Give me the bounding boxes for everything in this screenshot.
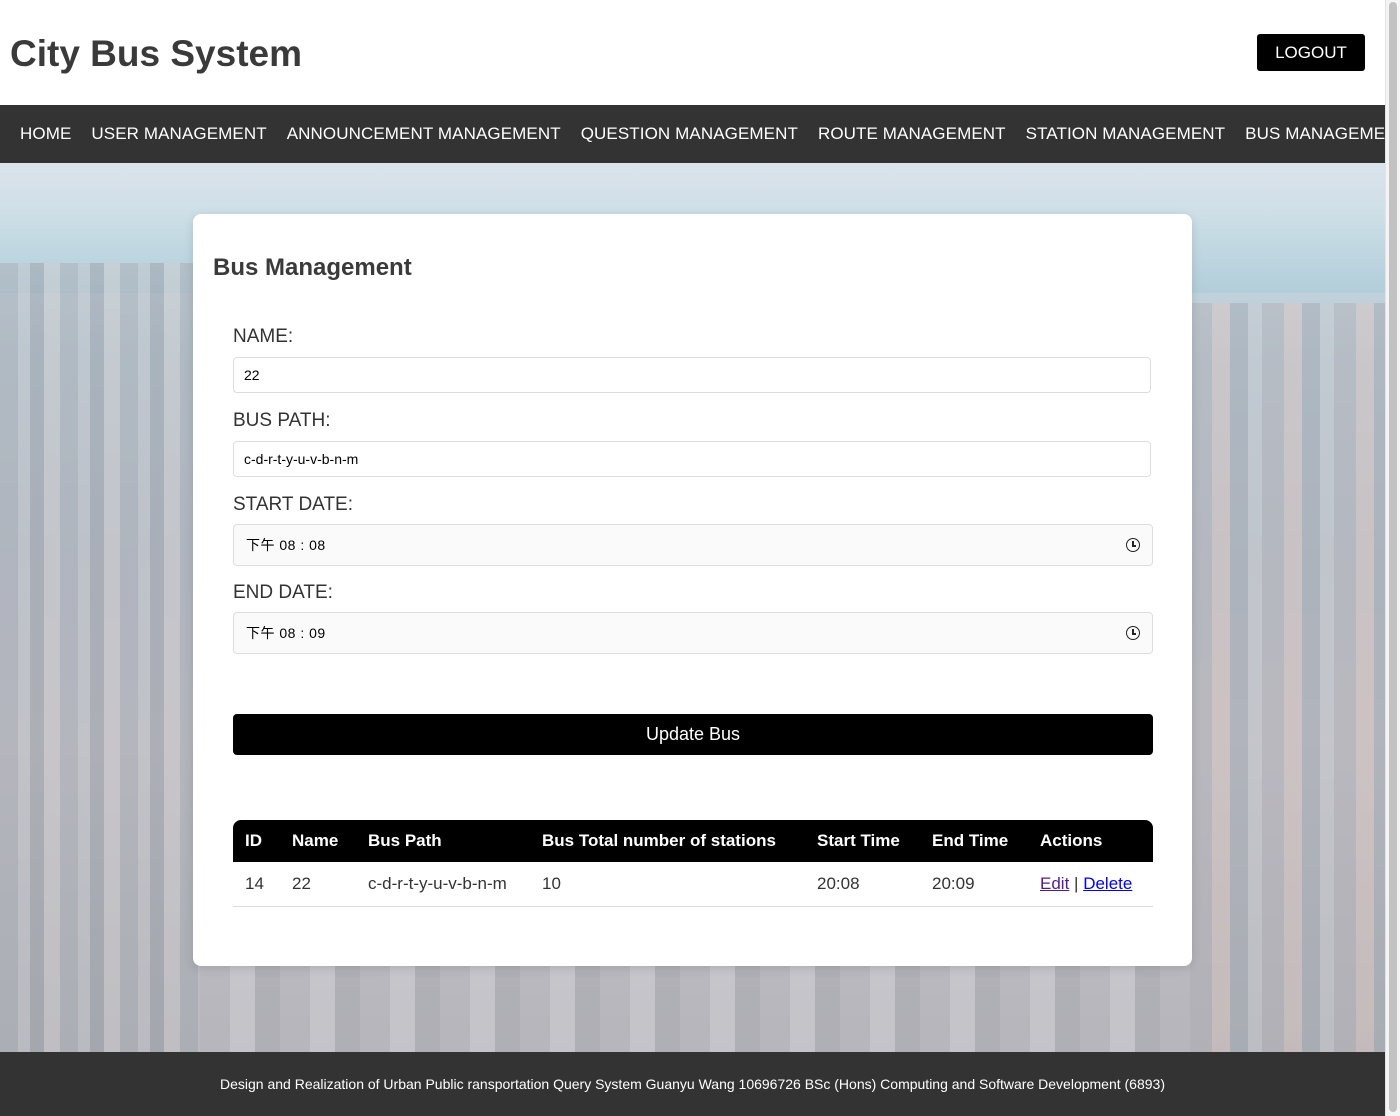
site-header: City Bus System LOGOUT (0, 0, 1385, 105)
cell-start-time: 20:08 (805, 862, 920, 907)
page-title: Bus Management (213, 254, 412, 281)
column-header-bus-path: Bus Path (368, 831, 442, 850)
name-input[interactable] (233, 357, 1151, 393)
column-header-start-time: Start Time (817, 831, 900, 850)
cell-stations: 10 (530, 862, 805, 907)
table-row: 14 22 c-d-r-t-y-u-v-b-n-m 10 20:08 20:09… (233, 862, 1153, 907)
name-label: NAME: (233, 326, 294, 347)
end-time-value: 下午 08 : 09 (246, 625, 326, 641)
clock-icon[interactable] (1126, 538, 1140, 552)
column-header-name: Name (292, 831, 339, 850)
edit-link[interactable]: Edit (1040, 874, 1069, 893)
cell-bus-path: c-d-r-t-y-u-v-b-n-m (356, 862, 530, 907)
start-time-value: 下午 08 : 08 (246, 537, 326, 553)
cell-name: 22 (280, 862, 356, 907)
bus-path-label: BUS PATH: (233, 410, 331, 431)
bus-table: ID Name Bus Path Bus Total number of sta… (233, 820, 1153, 907)
column-header-end-time: End Time (932, 831, 1009, 850)
site-footer: Design and Realization of Urban Public r… (0, 1052, 1385, 1116)
scrollbar-thumb[interactable] (1389, 2, 1397, 1112)
bus-path-input[interactable] (233, 441, 1151, 477)
main-nav: HOME USER MANAGEMENT ANNOUNCEMENT MANAGE… (0, 105, 1400, 163)
bus-management-card: Bus Management NAME: BUS PATH: START DAT… (193, 214, 1192, 966)
clock-icon[interactable] (1126, 626, 1140, 640)
cell-id: 14 (233, 862, 280, 907)
end-time-input[interactable]: 下午 08 : 09 (233, 612, 1153, 654)
start-time-input[interactable]: 下午 08 : 08 (233, 524, 1153, 566)
logout-button[interactable]: LOGOUT (1257, 34, 1365, 71)
nav-user-management[interactable]: USER MANAGEMENT (91, 124, 266, 144)
nav-station-management[interactable]: STATION MANAGEMENT (1026, 124, 1226, 144)
cell-end-time: 20:09 (920, 862, 1028, 907)
site-title: City Bus System (10, 33, 302, 74)
delete-link[interactable]: Delete (1083, 874, 1132, 893)
nav-home[interactable]: HOME (20, 124, 71, 144)
end-date-label: END DATE: (233, 582, 333, 603)
nav-question-management[interactable]: QUESTION MANAGEMENT (581, 124, 798, 144)
cell-actions: Edit | Delete (1028, 862, 1153, 907)
update-bus-button[interactable]: Update Bus (233, 714, 1153, 755)
column-header-actions: Actions (1040, 831, 1103, 850)
nav-route-management[interactable]: ROUTE MANAGEMENT (818, 124, 1006, 144)
nav-bus-management[interactable]: BUS MANAGEMENT (1245, 124, 1400, 144)
page-scrollbar[interactable] (1385, 0, 1400, 1116)
footer-text: Design and Realization of Urban Public r… (220, 1076, 1165, 1092)
column-header-id: ID (245, 831, 262, 850)
table-header-row: ID Name Bus Path Bus Total number of sta… (233, 820, 1153, 862)
nav-announcement-management[interactable]: ANNOUNCEMENT MANAGEMENT (287, 124, 561, 144)
action-separator: | (1074, 874, 1079, 893)
start-date-label: START DATE: (233, 494, 354, 515)
column-header-stations: Bus Total number of stations (542, 831, 776, 850)
